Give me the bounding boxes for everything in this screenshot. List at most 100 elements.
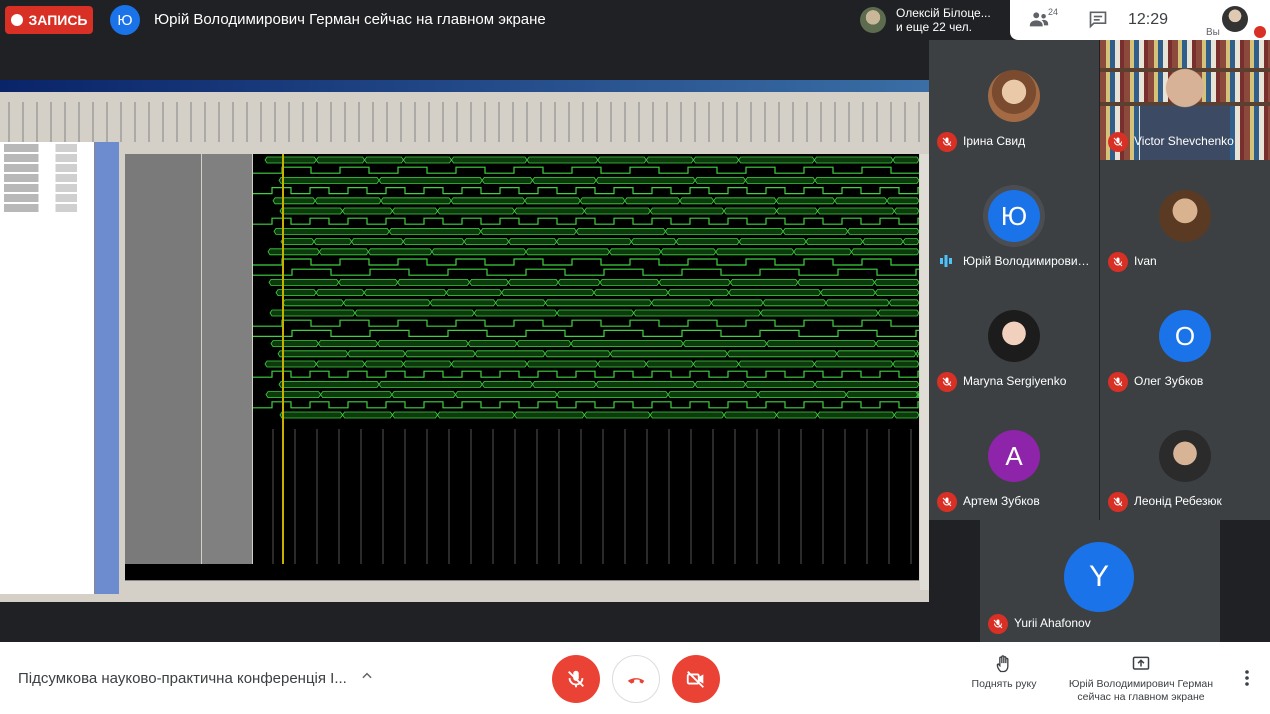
camera-toggle-button[interactable] [672,655,720,703]
bus-segment [391,391,456,398]
bus-segment [318,248,369,256]
bus-segment [278,177,380,184]
presenter-status: Юрій Володимирович Герман сейчас на глав… [154,11,546,28]
bus-segment [556,391,669,398]
bus-segment [338,279,399,286]
bus-segment [273,228,390,235]
participant-tile[interactable]: Ірина Свид [929,40,1099,160]
participant-avatar: А [988,430,1040,482]
bus-segment [404,350,476,358]
vertical-scrollbar [920,154,929,590]
signal-names [125,154,201,564]
bus-segment [526,360,599,368]
bus-segment [481,177,533,184]
recording-label: ЗАПИСЬ [28,12,88,28]
signal-trace [253,187,919,195]
bus-segment [388,228,482,235]
bus-segment [624,197,681,205]
participant-tile[interactable]: Maryna Sergiyenko [929,280,1099,400]
participant-tile[interactable]: Ivan [1100,160,1270,280]
bus-segment [738,238,807,245]
participant-name: Леонід Ребезюк [1134,494,1222,508]
participant-photo [1159,190,1211,242]
bus-segment [524,197,581,205]
bus-segment [630,238,677,245]
bus-segment [315,156,366,164]
bus-segment [315,289,365,296]
bus-segment [513,411,585,419]
bus-segment [272,197,316,205]
bus-segment [729,279,799,286]
participant-tile[interactable]: Леонід Ребезюк [1100,400,1270,520]
joiner-avatar [860,7,886,33]
participant-grid: Ірина Свид Victor Shevchenko Ю Юрій Воло… [929,40,1270,642]
bus-segment [544,350,611,358]
hang-up-button[interactable] [612,655,660,703]
bus-segment [264,156,317,164]
bus-segment [744,381,816,388]
bus-segment [658,279,731,286]
more-vert-icon[interactable] [1240,668,1254,688]
bus-segment [579,197,626,205]
presenting-line2: сейчас на главном экране [1077,691,1205,703]
bus-segment [892,360,919,368]
bus-segment [264,360,317,368]
bus-segment [342,207,393,215]
bus-segment [805,238,864,245]
participant-tile[interactable]: Ю Юрій Володимирович ... [929,160,1099,280]
chat-icon[interactable] [1088,9,1110,29]
bus-segment [378,177,483,184]
joiner-name: Олексій Білоце... [896,6,991,20]
participant-tile[interactable]: А Артем Зубков [929,400,1099,520]
participant-tile[interactable]: Y Yurii Ahafonov [980,520,1220,642]
participant-avatar: Y [1064,542,1134,612]
chevron-up-icon[interactable] [360,669,374,683]
bus-segment [845,391,919,398]
bus-segment [886,197,919,205]
bus-segment [270,340,319,347]
microphone-toggle-button[interactable] [552,655,600,703]
recording-button[interactable]: ЗАПИСЬ [5,6,93,34]
bus-segment [877,309,919,317]
bus-segment [738,360,815,368]
bus-segment [757,391,847,398]
meeting-title[interactable]: Підсумкова науково-практична конференція… [18,670,347,687]
bus-segment [468,279,509,286]
bus-segment [862,238,904,245]
participant-avatar: О [1159,310,1211,362]
bus-segment [892,156,919,164]
participant-tile[interactable]: Victor Shevchenko [1100,40,1270,160]
participant-tile[interactable]: О Олег Зубков [1100,280,1270,400]
bus-segment [874,289,919,296]
signal-trace [253,319,919,327]
shared-window-titlebar [0,80,929,92]
bus-segment [713,197,777,205]
bus-segment [814,177,919,184]
bus-segment [507,279,559,286]
mic-off-icon [1108,372,1128,392]
raise-hand-button[interactable]: Поднять руку [962,654,1046,691]
join-notification[interactable]: Олексій Білоце... и еще 22 чел. [856,2,1006,38]
bus-segment [495,299,546,307]
mic-off-icon [1108,132,1128,152]
mic-off-icon [568,670,584,688]
bus-segment [377,340,469,347]
time-cursor [282,154,284,579]
bus-segment [682,340,768,347]
bus-segment [692,156,740,164]
bus-segment [766,340,877,347]
bus-segment [825,299,890,307]
presenting-button[interactable]: Юрій Володимирович Герман сейчас на глав… [1058,654,1224,704]
participant-name: Yurii Ahafonov [1014,616,1091,630]
bus-segment [649,411,725,419]
bus-segment [660,248,717,256]
mic-off-icon [988,614,1008,634]
participant-name: Maryna Sergiyenko [963,374,1067,388]
bus-segment [402,360,452,368]
bus-segment [474,350,546,358]
participant-name: Ірина Свид [963,134,1026,148]
bus-segment [797,279,875,286]
camera-off-icon [686,671,704,688]
self-avatar[interactable] [1222,6,1248,32]
top-bar: ЗАПИСЬ Ю Юрій Володимирович Герман сейча… [0,0,1270,40]
